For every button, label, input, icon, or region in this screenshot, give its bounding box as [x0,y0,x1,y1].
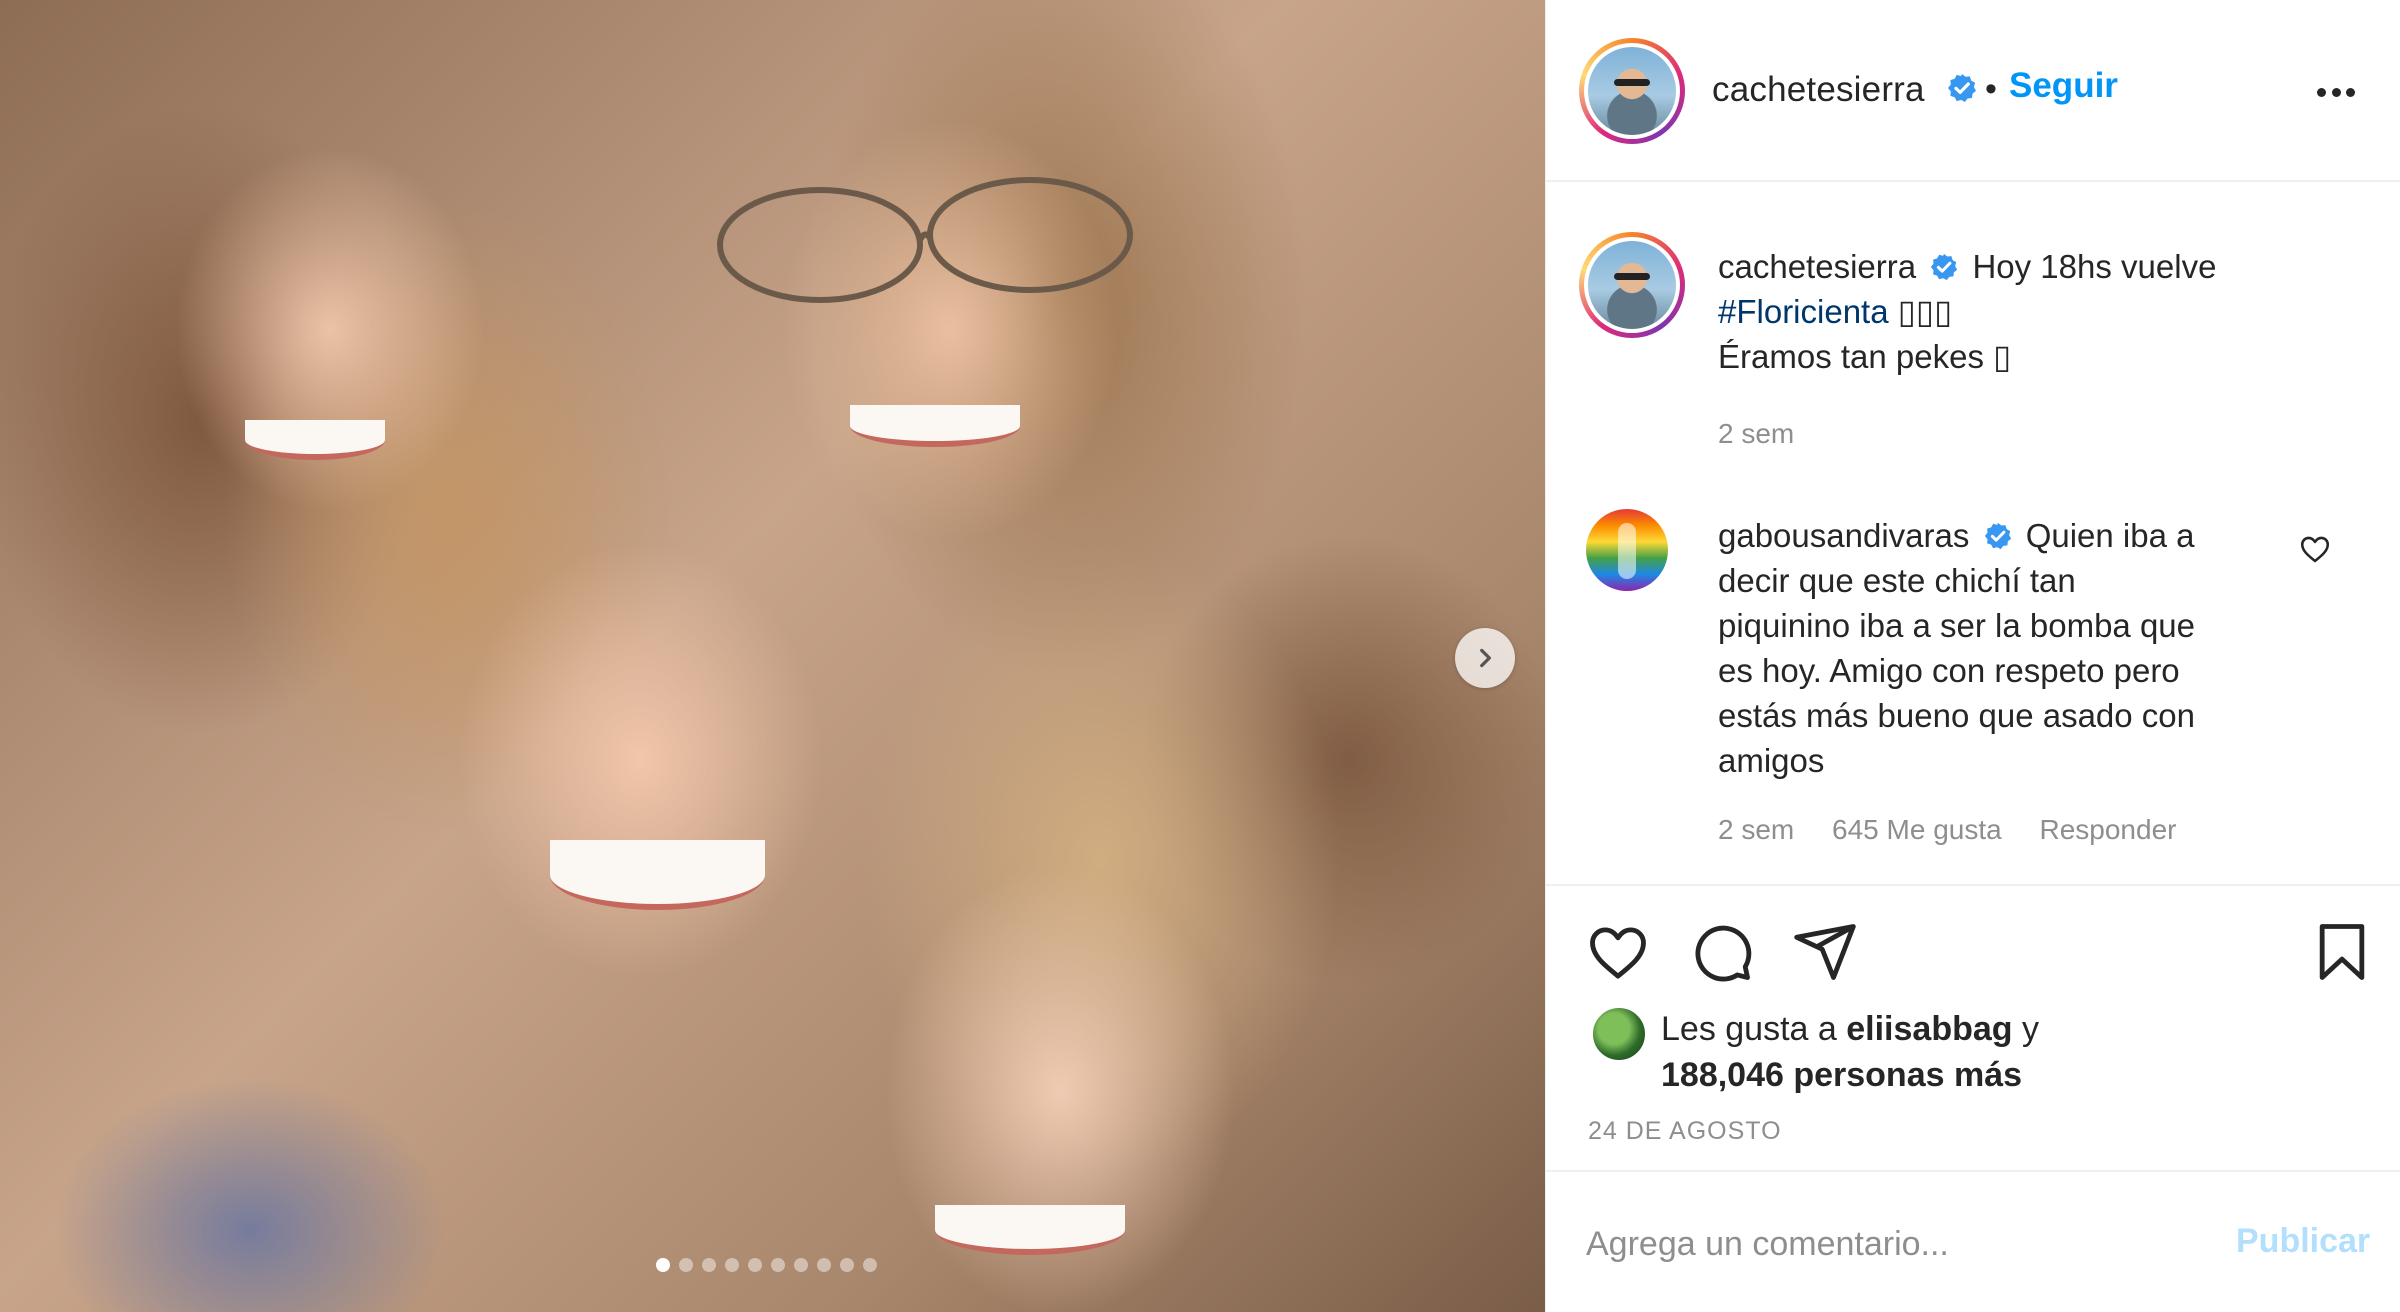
post-actions: Les gusta a eliisabbag y 188,046 persona… [1546,884,2400,1170]
carousel-dot [794,1258,808,1272]
reply-button[interactable]: Responder [2039,814,2176,845]
photo-detail [550,840,765,910]
carousel-dot [771,1258,785,1272]
post-date[interactable]: 24 DE AGOSTO [1588,1117,1782,1146]
liker-avatar[interactable] [1591,1006,1647,1062]
comment-line: decir que este chichí tan [1718,562,2076,599]
post-image[interactable] [0,0,1545,1312]
bookmark-icon[interactable] [2308,918,2376,986]
comment-line: amigos [1718,742,1825,779]
caption-emoji: ▯▯▯ [1897,293,1953,330]
header-separator: • [1985,70,1997,108]
comment-line: estás más bueno que asado con [1718,697,2196,734]
comment-icon[interactable] [1688,918,1756,986]
more-options-button[interactable] [2311,72,2361,112]
carousel-dot [817,1258,831,1272]
carousel-dot [725,1258,739,1272]
likes-summary[interactable]: Les gusta a eliisabbag y 188,046 persona… [1661,1006,2039,1098]
comment-time[interactable]: 2 sem [1718,814,1794,845]
carousel-dot [840,1258,854,1272]
comment-meta: 2 sem 645 Me gusta Responder [1718,814,2206,846]
post-caption: cachetesierra Hoy 18hs vuelve #Floricien… [1718,244,2358,379]
caption-meta: 2 sem [1718,418,1824,450]
carousel-indicator [656,1258,877,1272]
share-icon[interactable] [1791,918,1859,986]
caption-author-avatar[interactable] [1579,232,1685,338]
caption-time[interactable]: 2 sem [1718,418,1794,449]
carousel-dot [748,1258,762,1272]
photo-detail [850,405,1020,447]
add-comment-bar: Publicar [1546,1170,2400,1312]
author-username[interactable]: cachetesierra [1712,70,1925,110]
photo-detail [717,177,1133,303]
comment-username[interactable]: gabousandivaras [1718,517,1969,554]
comment-line: piquinino iba a ser la bomba que [1718,607,2196,644]
verified-icon [1948,74,1976,102]
comment-input[interactable] [1586,1216,2206,1272]
caption-line: Éramos tan pekes ▯ [1718,338,2012,375]
carousel-dot [702,1258,716,1272]
likes-count[interactable]: 188,046 personas más [1661,1056,2022,1094]
carousel-next-button[interactable] [1455,628,1515,688]
verified-icon [1984,522,2011,550]
carousel-dot [679,1258,693,1272]
liker-username[interactable]: eliisabbag [1846,1010,2012,1048]
comments-section: cachetesierra Hoy 18hs vuelve #Floricien… [1546,184,2400,884]
heart-icon[interactable] [1584,918,1652,986]
more-icon [2317,87,2326,97]
author-avatar[interactable] [1579,38,1685,144]
comment-likes[interactable]: 645 Me gusta [1832,814,2002,845]
comment-line: Quien iba a [2025,517,2195,554]
publish-button[interactable]: Publicar [2236,1222,2370,1261]
photo-detail [935,1205,1125,1255]
post-side-panel: cachetesierra • Seguir cachetesierra Hoy… [1545,0,2400,1312]
carousel-dot [656,1258,670,1272]
caption-line: Hoy 18hs vuelve [1972,248,2217,285]
comment-body: gabousandivaras Quien iba a decir que es… [1718,513,2288,783]
comment-line: es hoy. Amigo con respeto pero [1718,652,2180,689]
commenter-avatar[interactable] [1586,509,1668,591]
comment-like-heart-icon[interactable] [2298,532,2332,566]
caption-username[interactable]: cachetesierra [1718,248,1916,285]
verified-icon [1931,253,1958,281]
caption-hashtag[interactable]: #Floricienta [1718,293,1889,330]
carousel-dot [863,1258,877,1272]
photo-detail [245,420,385,460]
follow-button[interactable]: Seguir [2009,66,2118,106]
post-header: cachetesierra • Seguir [1546,0,2400,182]
chevron-right-icon [1480,648,1491,668]
